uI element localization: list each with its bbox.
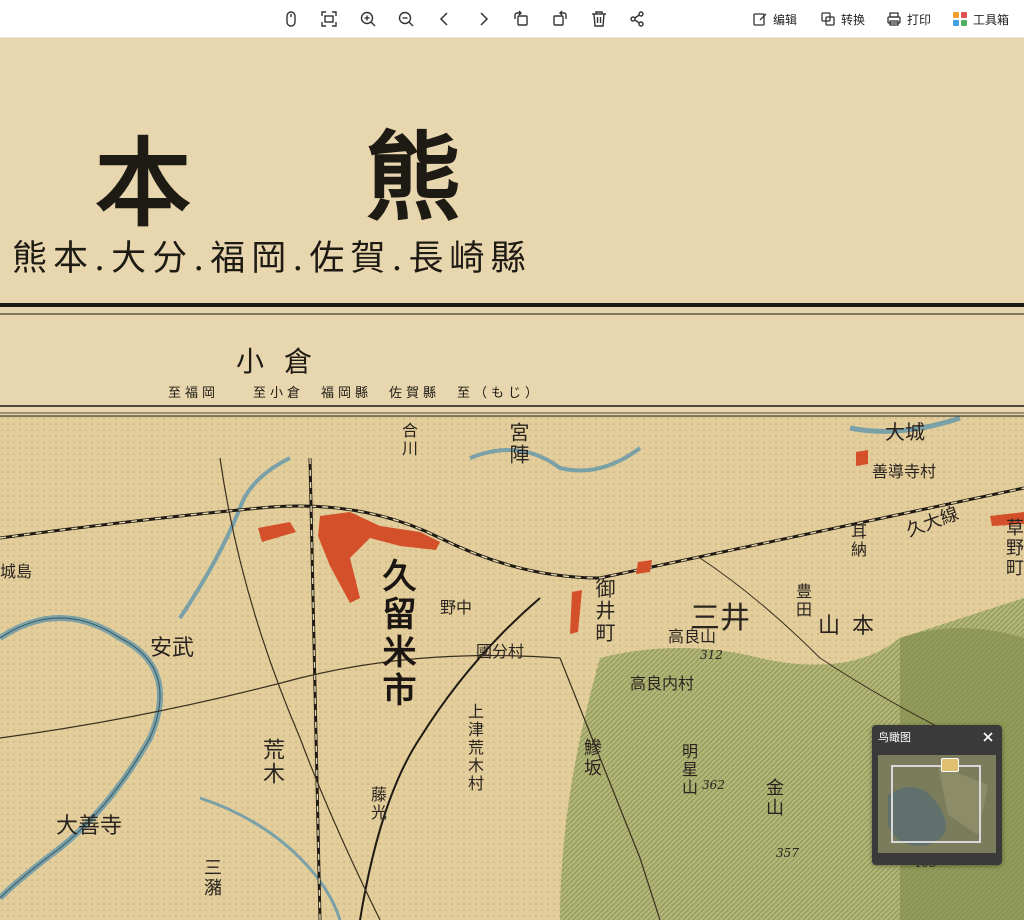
mouse-icon[interactable] [280,8,302,30]
zoom-in-icon[interactable] [357,8,379,30]
place-label: 國分村 [476,642,525,661]
close-icon[interactable] [980,729,996,745]
toolbox-icon [953,12,967,26]
place-label: 野中 [440,598,473,617]
minimap-viewport-frame[interactable] [891,765,981,843]
place-label: 上津荒木村 [465,703,484,793]
city-label: 久留米市 [376,558,416,710]
place-label: 善導寺村 [872,462,937,481]
place-label: 城島 [0,562,33,581]
place-label: 耳納 [848,523,867,559]
rotate-left-icon[interactable] [510,8,532,30]
printer-icon [887,12,901,26]
map-subtitle: 熊本.大分.福岡.佐賀.長崎縣 [12,239,532,279]
region-name: 小倉 [236,345,333,378]
place-label: 高良内村 [630,674,695,693]
elevation-label: 357 [776,846,799,860]
place-label: 安武 [150,636,195,661]
convert-icon [821,12,835,26]
route-note: 至福岡 至小倉 福岡縣 佐賀縣 至（もじ） [168,386,543,401]
place-label: 御井町 [592,578,616,644]
elevation-label: 312 [700,648,723,662]
map-image-canvas[interactable]: 熊 本 熊本.大分.福岡.佐賀.長崎縣 小倉 至福岡 至小倉 福岡縣 佐賀縣 至… [0,38,1024,920]
convert-button[interactable]: 转换 [820,9,865,29]
minimap-header: 鸟瞰图 [872,725,1002,749]
place-label: 宮陣 [506,422,530,466]
place-label: 荒木 [259,738,284,786]
elevation-label: 362 [702,778,725,792]
place-label: 山本 [818,614,887,639]
map-title-left: 本 [95,127,193,240]
edit-icon [753,13,767,26]
toolbox-button[interactable]: 工具箱 [952,9,1009,29]
minimap-thumbnail[interactable] [878,755,996,853]
place-label: 大城 [885,420,925,444]
print-button[interactable]: 打印 [886,9,931,29]
place-label: 明星山 [679,743,698,797]
delete-icon[interactable] [588,8,610,30]
edit-button[interactable]: 编辑 [752,9,797,29]
toolbox-label: 工具箱 [973,12,1010,27]
place-label: 三瀦 [201,858,222,898]
place-label: 大善寺 [56,814,123,839]
place-label: 豊田 [793,583,812,619]
overview-minimap: 鸟瞰图 [872,725,1002,865]
place-label: 高良山 [668,627,717,646]
minimap-title: 鸟瞰图 [878,731,911,744]
minimap-drag-handle[interactable] [941,758,959,772]
fit-screen-icon[interactable] [318,8,340,30]
share-icon[interactable] [626,8,648,30]
rotate-right-icon[interactable] [549,8,571,30]
viewer-toolbar: 编辑 转换 打印 工具箱 [0,0,1024,38]
previous-icon[interactable] [434,8,456,30]
edit-label: 编辑 [773,12,798,27]
print-label: 打印 [907,12,932,27]
place-label: 金山 [763,778,784,818]
zoom-out-icon[interactable] [395,8,417,30]
place-label: 合川 [399,422,418,458]
map-title-right: 熊 [365,121,463,234]
convert-label: 转换 [841,12,866,27]
place-label: 藤光 [368,786,387,822]
place-label: 草野町 [1003,518,1024,578]
next-icon[interactable] [472,8,494,30]
place-label: 鰺坂 [581,738,602,778]
